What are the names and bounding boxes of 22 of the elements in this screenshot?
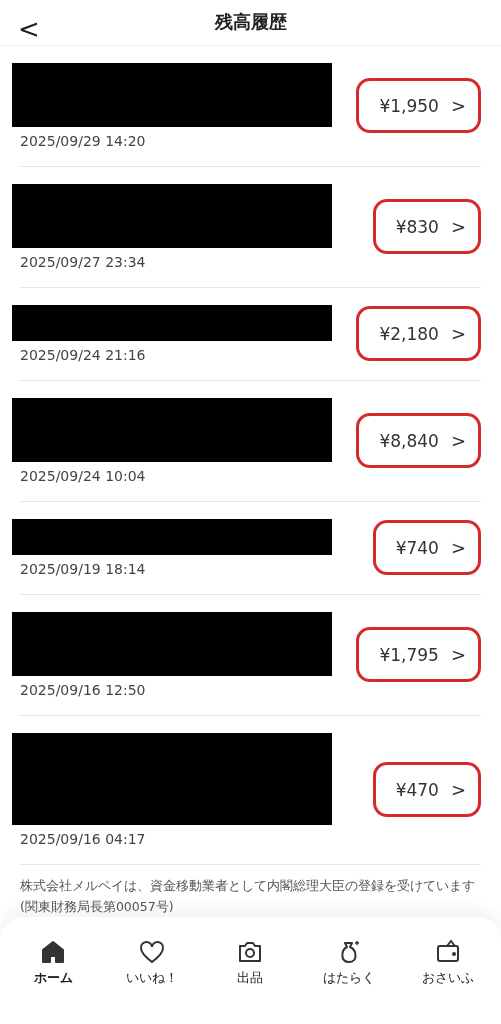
back-button[interactable]: < (12, 12, 46, 46)
registration-notice: 株式会社メルペイは、資金移動業者として内閣総理大臣の登録を受けています (関東財務局長第00057号) (20, 876, 476, 916)
amount-button[interactable]: ¥740 > (372, 520, 481, 575)
amount-button[interactable]: ¥1,795 > (356, 627, 481, 682)
transaction-date: 2025/09/16 12:50 (20, 681, 147, 698)
transaction-date: 2025/09/24 21:16 (20, 346, 147, 363)
amount-button[interactable]: ¥830 > (372, 199, 481, 254)
transaction-date: 2025/09/29 14:20 (20, 132, 147, 149)
amount-button[interactable]: ¥470 > (372, 762, 481, 817)
transaction-date: 2025/09/16 04:17 (20, 830, 147, 847)
amount-button[interactable]: ¥2,180 > (356, 306, 481, 361)
tab-bar-item[interactable]: 出品 (201, 936, 300, 988)
tab-bar-item[interactable]: はたらく (299, 936, 399, 988)
amount-button[interactable]: ¥1,950 > (356, 78, 481, 133)
tab-bar-item[interactable]: ホーム (4, 936, 103, 988)
tab-bar-item[interactable]: おさいふ (398, 936, 497, 988)
transaction-date: 2025/09/24 10:04 (20, 467, 147, 484)
amount-button[interactable]: ¥8,840 > (356, 413, 481, 468)
transaction-date: 2025/09/19 18:14 (20, 560, 147, 577)
tab-bar-item[interactable]: いいね！ (102, 936, 202, 988)
page-title: 残高履歴 (214, 10, 287, 35)
transaction-date: 2025/09/27 23:34 (20, 253, 147, 270)
